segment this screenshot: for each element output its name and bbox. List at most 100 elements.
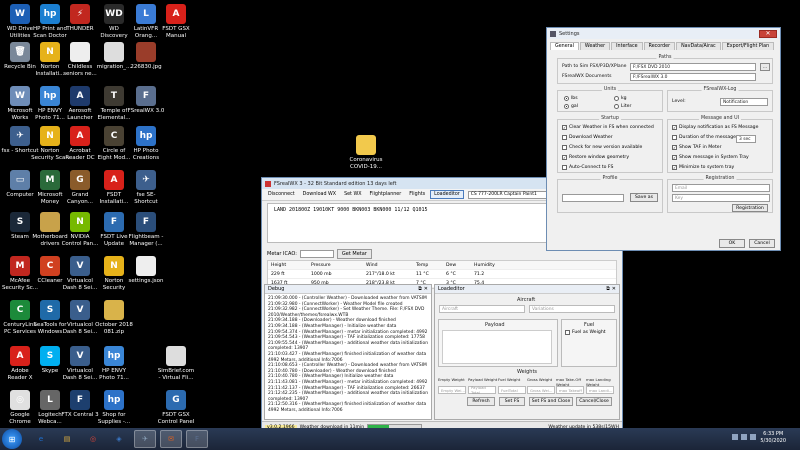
loadeditor-button[interactable]: Loadeditor — [430, 190, 464, 199]
variations-input[interactable]: Variations — [529, 305, 615, 313]
start-button[interactable]: ⊞ — [2, 429, 22, 449]
disconnect-button[interactable]: Disconnect — [265, 191, 298, 198]
desktop-icon[interactable]: N Norton Security — [96, 256, 132, 291]
clock[interactable]: 6:33 PM 5/30/2020 — [760, 431, 786, 445]
cancel-close-button[interactable]: Cancel/Close — [576, 397, 612, 406]
option-checkbox[interactable]: Download Weather — [562, 135, 613, 140]
desktop-icon[interactable]: G Grand Canyon... — [62, 170, 98, 205]
tray-icon[interactable] — [741, 434, 747, 440]
set-wx-button[interactable]: Set WX — [341, 191, 364, 198]
taskbar-app-icon[interactable]: ◈ — [108, 430, 130, 448]
tab-interface[interactable]: Interface — [611, 42, 643, 50]
duration-field[interactable]: 3 sec — [736, 135, 756, 143]
option-checkbox[interactable]: ✓ Restore window geometry — [562, 155, 629, 160]
desktop-icon[interactable]: Childless seniors ne... — [62, 42, 98, 77]
taskbar-app-icon[interactable]: ✈ — [134, 430, 156, 448]
key-field[interactable]: Key — [672, 194, 770, 202]
desktop-icon[interactable]: V Virtualcol Dash 8 Sei... — [62, 300, 98, 335]
desktop-icon[interactable]: N NVIDIA Control Pan... — [62, 212, 98, 247]
fuel-as-weight-checkbox[interactable]: Fuel as Weight — [565, 330, 606, 335]
taskbar-app-icon[interactable]: e — [30, 430, 52, 448]
desktop-icon[interactable]: ⚡ THUNDER — [62, 4, 98, 33]
refresh-button[interactable]: Refresh — [467, 397, 495, 406]
tray-icon[interactable] — [750, 434, 756, 440]
desktop-icon[interactable]: F Flightbeam - Manager (... — [128, 212, 164, 247]
desktop-icon-label: Virtualcol Dash 8 Sei... — [62, 368, 98, 381]
log-level-select[interactable]: Notification — [720, 98, 768, 106]
weight-field[interactable]: Payload Total — [468, 385, 496, 395]
desktop-icon[interactable]: G FSDT GSX Control Panel — [158, 390, 194, 425]
weight-field[interactable]: Empty Wei... — [438, 386, 466, 394]
unit-radio[interactable]: gal — [564, 104, 578, 109]
profile-select[interactable] — [562, 194, 624, 202]
option-checkbox[interactable]: ✓ Show TAF in Meter — [672, 145, 722, 150]
option-checkbox[interactable]: ✓ Clear Weather in FS when connected — [562, 125, 654, 130]
desktop-icon[interactable]: A FSDT GSX Manual — [158, 4, 194, 39]
set-fs-and-close-button[interactable]: Set FS and Close — [529, 397, 573, 406]
desktop-icon[interactable]: hp HP Photo Creations — [128, 126, 164, 161]
desktop-icon[interactable]: V Virtualcol Dash 8 Sei... — [62, 256, 98, 291]
desktop-icon[interactable]: V Virtualcol Dash 8 Sei... — [62, 346, 98, 381]
desktop-icon[interactable]: ✈ fse SE- Shortcut — [128, 170, 164, 205]
float-icon[interactable]: ⧉ — [418, 286, 422, 292]
get-metar-button[interactable]: Get Metar — [336, 249, 372, 259]
option-checkbox[interactable]: Auto-Connect to FS — [562, 165, 613, 170]
tab-weather[interactable]: Weather — [579, 42, 611, 50]
aircraft-input[interactable]: Aircraft — [439, 305, 525, 313]
save-as-button[interactable]: Save as — [630, 193, 658, 202]
option-checkbox[interactable]: Duration of the message — [672, 135, 736, 140]
weight-field[interactable]: max Landi... — [586, 386, 614, 394]
desktop-icon[interactable]: hp Shop for Supplies -... — [96, 390, 132, 425]
table-row[interactable]: 229 ft 1000 mb 217°/18.0 kt 11 °C 6 °C 7… — [268, 270, 616, 279]
tray-icon[interactable] — [732, 434, 738, 440]
float-icon[interactable]: ⧉ — [606, 286, 610, 292]
settings-title-bar[interactable]: Settings ✕ — [547, 28, 780, 39]
weight-field[interactable]: max Takeoff — [556, 386, 584, 394]
tab-recorder[interactable]: Recorder — [643, 42, 676, 50]
flights-button[interactable]: Flights — [406, 191, 428, 198]
desktop-icon[interactable]: hp HP ENVY Photo 71... — [96, 346, 132, 381]
tab-navdata-airac[interactable]: NavData/Airac — [676, 42, 721, 50]
icao-input[interactable] — [299, 250, 334, 258]
desktop-icon[interactable]: settings.json — [128, 256, 164, 285]
option-checkbox[interactable]: ✓ Display notification as FS Message — [672, 125, 758, 130]
ok-button[interactable]: OK — [719, 239, 745, 248]
tab-export-flight-plan[interactable]: Export/Flight Plan — [721, 42, 775, 50]
set-fs-button[interactable]: Set FS — [499, 397, 525, 406]
tab-general[interactable]: General — [550, 42, 579, 50]
flightplanner-button[interactable]: Flightplanner — [367, 191, 405, 198]
desktop-icon-coronavirus[interactable]: Coronavirus COVID-19... — [348, 135, 384, 170]
desktop-icon[interactable]: October 2018 081.zip — [95, 300, 133, 335]
sim-path-field[interactable]: F:/FSX DVD 2010 — [630, 63, 756, 71]
close-icon[interactable]: ✕ — [612, 286, 616, 292]
docs-path-field[interactable]: F:/FSrealWX 3.0 — [630, 73, 756, 81]
desktop-icon[interactable]: T Temple of Elemental... — [96, 86, 132, 121]
desktop-icon[interactable]: A Acrobat Reader DC — [62, 126, 98, 161]
taskbar-app-icon[interactable]: ▤ — [56, 430, 78, 448]
option-checkbox[interactable]: ✓ Show message in System Tray — [672, 155, 749, 160]
taskbar-app-icon[interactable]: F — [186, 430, 208, 448]
desktop-icon[interactable]: 226830.jpg — [128, 42, 164, 71]
email-field[interactable]: Email — [672, 184, 770, 192]
cancel-button[interactable]: Cancel — [749, 239, 775, 248]
checkbox-label: Clear Weather in FS when connected — [569, 125, 654, 130]
settings-close-button[interactable]: ✕ — [759, 29, 777, 38]
download-wx-button[interactable]: Download WX — [300, 191, 339, 198]
taskbar-app-icon[interactable]: ✉ — [160, 430, 182, 448]
desktop-icon[interactable]: A Aerosoft Launcher — [62, 86, 98, 121]
unit-radio[interactable]: lbs — [564, 96, 578, 101]
weight-field[interactable]: FuelTotal — [498, 386, 526, 394]
weight-field[interactable]: Gross Wei... — [527, 386, 555, 394]
desktop-icon[interactable]: SimBrief.com - Virtual Fli... — [158, 346, 194, 381]
payload-list[interactable] — [442, 330, 552, 364]
unit-radio[interactable]: kg — [614, 96, 627, 101]
option-checkbox[interactable]: ✓ Minimize to system tray — [672, 165, 734, 170]
unit-radio[interactable]: Liter — [614, 104, 631, 109]
browse-button[interactable]: ... — [760, 63, 770, 71]
registration-button[interactable]: Registration — [732, 204, 768, 212]
desktop-icon[interactable]: F FTX Central 3 — [61, 390, 99, 419]
taskbar-app-icon[interactable]: ◎ — [82, 430, 104, 448]
desktop-icon[interactable]: F FSrealWX 3.0 — [128, 86, 164, 115]
close-icon[interactable]: ✕ — [424, 286, 428, 292]
option-checkbox[interactable]: Check for new version available — [562, 145, 642, 150]
